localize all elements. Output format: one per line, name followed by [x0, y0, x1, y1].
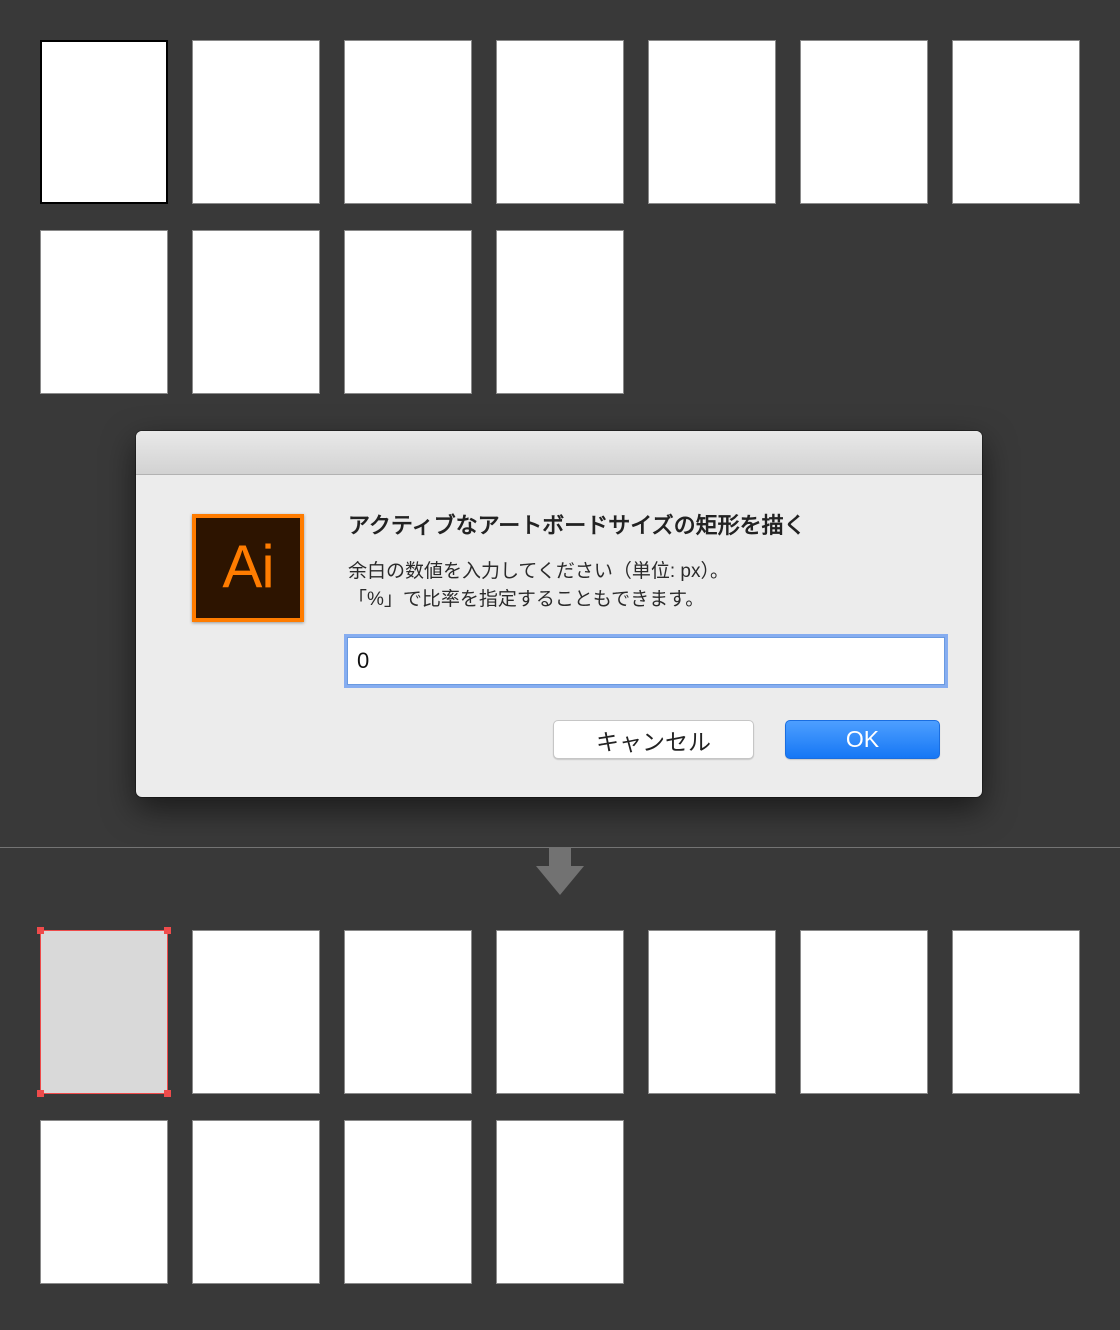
artboard[interactable]	[800, 40, 928, 204]
selection-handle[interactable]	[164, 927, 171, 934]
ok-button[interactable]: OK	[785, 720, 940, 759]
margin-input[interactable]	[348, 638, 944, 684]
selection-handle[interactable]	[164, 1090, 171, 1097]
artboard[interactable]	[952, 40, 1080, 204]
canvas-before	[0, 0, 1120, 440]
dialog-message: 余白の数値を入力してください（単位: px）。 「%」で比率を指定することもでき…	[348, 558, 729, 614]
artboard[interactable]	[496, 230, 624, 394]
artboard[interactable]	[648, 40, 776, 204]
margin-field[interactable]	[347, 637, 945, 685]
dialog-titlebar[interactable]	[136, 431, 982, 475]
artboard[interactable]	[40, 1120, 168, 1284]
selection-handle[interactable]	[37, 927, 44, 934]
drawn-rectangle[interactable]	[40, 930, 168, 1094]
artboard[interactable]	[344, 1120, 472, 1284]
artboard-active[interactable]	[40, 40, 168, 204]
draw-rectangle-dialog: Ai アクティブなアートボードサイズの矩形を描く 余白の数値を入力してください（…	[136, 431, 982, 797]
artboard[interactable]	[952, 930, 1080, 1094]
artboard[interactable]	[496, 1120, 624, 1284]
artboard[interactable]	[192, 1120, 320, 1284]
selection-handle[interactable]	[37, 1090, 44, 1097]
app-icon-label: Ai	[222, 533, 274, 600]
adobe-illustrator-icon: Ai	[192, 514, 304, 622]
artboard[interactable]	[496, 40, 624, 204]
dialog-message-line: 余白の数値を入力してください（単位: px）。	[348, 561, 729, 582]
artboard[interactable]	[648, 930, 776, 1094]
cancel-button[interactable]: キャンセル	[553, 720, 754, 759]
artboard[interactable]	[192, 40, 320, 204]
artboard[interactable]	[344, 230, 472, 394]
artboard[interactable]	[192, 930, 320, 1094]
artboard[interactable]	[344, 930, 472, 1094]
arrow-down-icon	[536, 847, 584, 895]
artboard[interactable]	[192, 230, 320, 394]
canvas-after	[0, 890, 1120, 1330]
artboard[interactable]	[496, 930, 624, 1094]
artboard[interactable]	[800, 930, 928, 1094]
dialog-title: アクティブなアートボードサイズの矩形を描く	[348, 513, 806, 538]
artboard[interactable]	[40, 230, 168, 394]
dialog-message-line: 「%」で比率を指定することもできます。	[348, 589, 705, 610]
artboard[interactable]	[344, 40, 472, 204]
